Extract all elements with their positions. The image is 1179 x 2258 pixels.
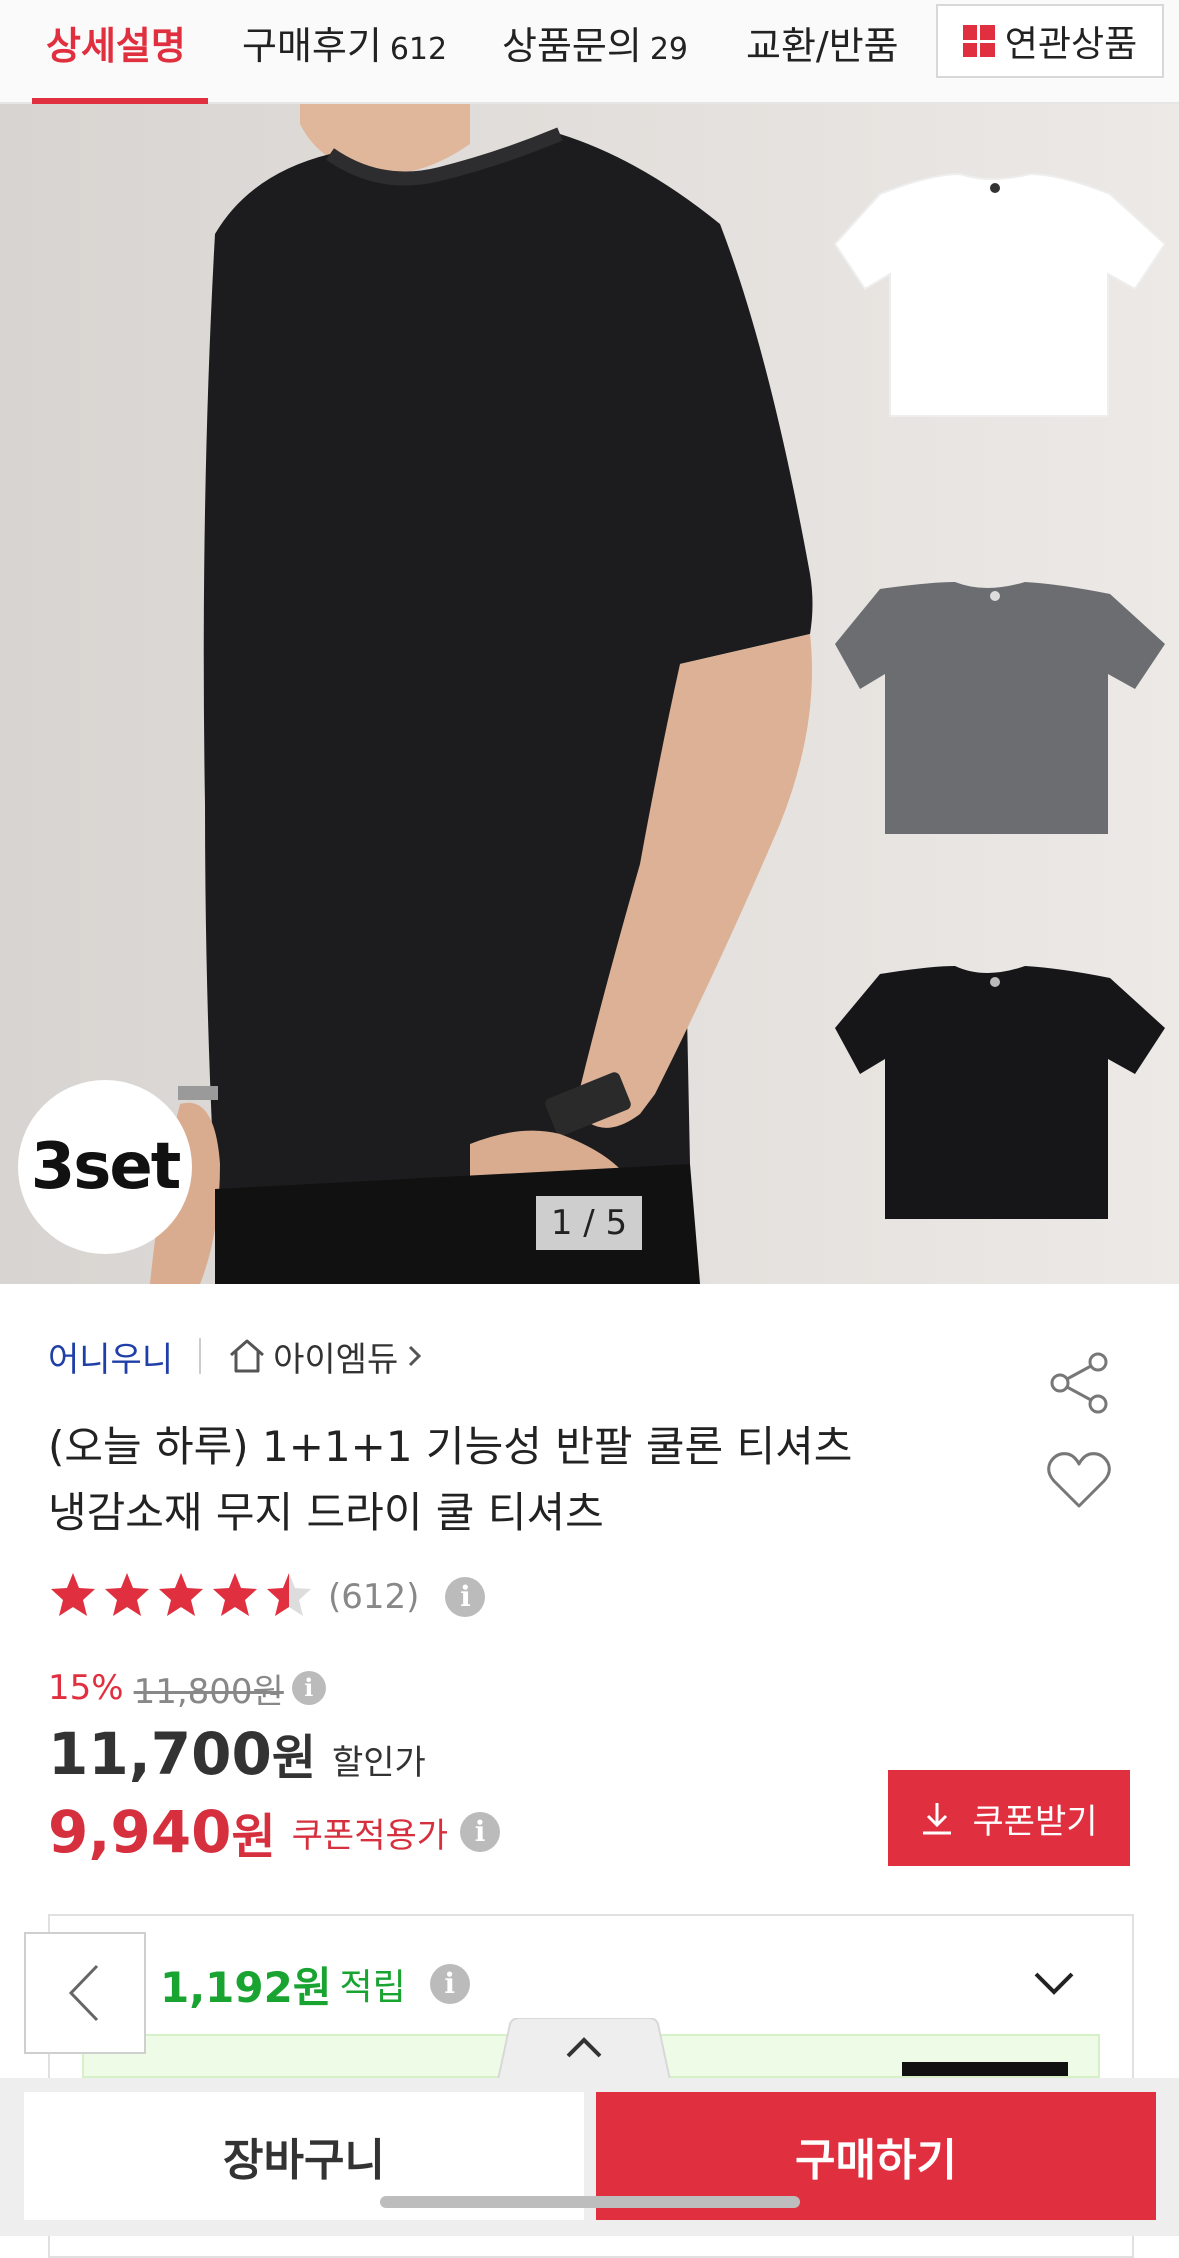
image-counter: 1 / 5 bbox=[536, 1196, 642, 1250]
info-icon[interactable]: i bbox=[429, 1964, 470, 2004]
review-count: 612 bbox=[389, 32, 448, 67]
coupon-price: 9,940 bbox=[48, 1798, 232, 1866]
heart-icon[interactable] bbox=[1046, 1450, 1112, 1512]
star-icon bbox=[267, 1573, 311, 1616]
tab-review-label: 구매후기 bbox=[242, 24, 382, 68]
points-row[interactable]: 1,192원 적립 i bbox=[160, 1952, 470, 2016]
tab-qna[interactable]: 상품문의 29 bbox=[502, 18, 688, 74]
original-price: 11,800원 bbox=[133, 1671, 284, 1712]
star-icon bbox=[51, 1573, 95, 1616]
star-icon bbox=[105, 1573, 149, 1616]
tab-detail[interactable]: 상세설명 bbox=[46, 18, 186, 74]
related-products-button[interactable]: 연관상품 bbox=[936, 4, 1164, 78]
brand-link[interactable]: 어니우니 bbox=[48, 1332, 173, 1381]
rating-count: (612) bbox=[328, 1577, 420, 1617]
product-title-line1: (오늘 하루) 1+1+1 기능성 반팔 쿨론 티셔츠 bbox=[48, 1422, 853, 1471]
discount-rate: 15% bbox=[48, 1668, 124, 1708]
home-indicator bbox=[380, 2196, 800, 2208]
store-link[interactable]: 아이엠듀 bbox=[227, 1332, 426, 1381]
points-label: 적립 bbox=[339, 1967, 406, 2008]
product-image-carousel[interactable]: 3set 1 / 5 bbox=[0, 104, 1179, 1284]
tab-exchange-label: 교환/반품 bbox=[746, 24, 899, 68]
product-photo bbox=[0, 104, 1179, 1284]
seller-row: 어니우니 아이엠듀 bbox=[48, 1330, 426, 1382]
rating-row[interactable]: (612) i bbox=[48, 1566, 486, 1628]
coupon-price-row: 9,940 원 쿠폰적용가 i bbox=[48, 1792, 501, 1872]
expand-panel-button[interactable] bbox=[488, 2018, 680, 2080]
get-coupon-label: 쿠폰받기 bbox=[972, 1801, 1098, 1842]
info-icon[interactable]: i bbox=[445, 1577, 486, 1617]
download-icon bbox=[923, 1803, 952, 1835]
qna-count: 29 bbox=[649, 32, 689, 67]
sale-price: 11,700 bbox=[48, 1720, 272, 1788]
sale-price-unit: 원 bbox=[271, 1730, 316, 1786]
promo-bar bbox=[902, 2062, 1068, 2076]
sale-price-label: 할인가 bbox=[332, 1743, 426, 1783]
coupon-price-label: 쿠폰적용가 bbox=[291, 1815, 449, 1856]
points-amount: 1,192원 bbox=[160, 1962, 332, 2012]
tab-qna-label: 상품문의 bbox=[502, 24, 642, 68]
chevron-right-icon bbox=[409, 1345, 422, 1367]
get-coupon-button[interactable]: 쿠폰받기 bbox=[888, 1770, 1130, 1866]
star-icon bbox=[213, 1573, 257, 1616]
back-button[interactable] bbox=[24, 1932, 146, 2054]
grid-icon bbox=[962, 25, 995, 57]
set-badge: 3set bbox=[18, 1080, 192, 1254]
store-name: 아이엠듀 bbox=[273, 1339, 399, 1380]
sale-price-row: 11,700 원 할인가 bbox=[48, 1718, 426, 1798]
divider bbox=[199, 1338, 202, 1374]
product-title: (오늘 하루) 1+1+1 기능성 반팔 쿨론 티셔츠 냉감소재 무지 드라이 … bbox=[48, 1414, 988, 1546]
chevron-left-icon bbox=[68, 1964, 99, 2022]
discount-row: 15% 11,800원 i bbox=[48, 1664, 326, 1712]
tab-bar: 상세설명 구매후기 612 상품문의 29 교환/반품 연관상품 bbox=[0, 0, 1179, 104]
tab-detail-label: 상세설명 bbox=[46, 24, 186, 68]
tab-exchange[interactable]: 교환/반품 bbox=[746, 18, 904, 74]
share-icon[interactable] bbox=[1046, 1350, 1112, 1416]
star-rating bbox=[48, 1570, 318, 1624]
info-icon[interactable]: i bbox=[460, 1812, 501, 1852]
product-title-line2: 냉감소재 무지 드라이 쿨 티셔츠 bbox=[48, 1488, 604, 1537]
tab-review[interactable]: 구매후기 612 bbox=[242, 18, 447, 74]
info-icon[interactable]: i bbox=[291, 1671, 326, 1705]
coupon-price-unit: 원 bbox=[231, 1809, 276, 1865]
related-products-label: 연관상품 bbox=[1004, 24, 1138, 65]
star-icon bbox=[159, 1573, 203, 1616]
home-icon bbox=[230, 1339, 265, 1373]
chevron-down-icon[interactable] bbox=[1030, 1964, 1078, 2004]
